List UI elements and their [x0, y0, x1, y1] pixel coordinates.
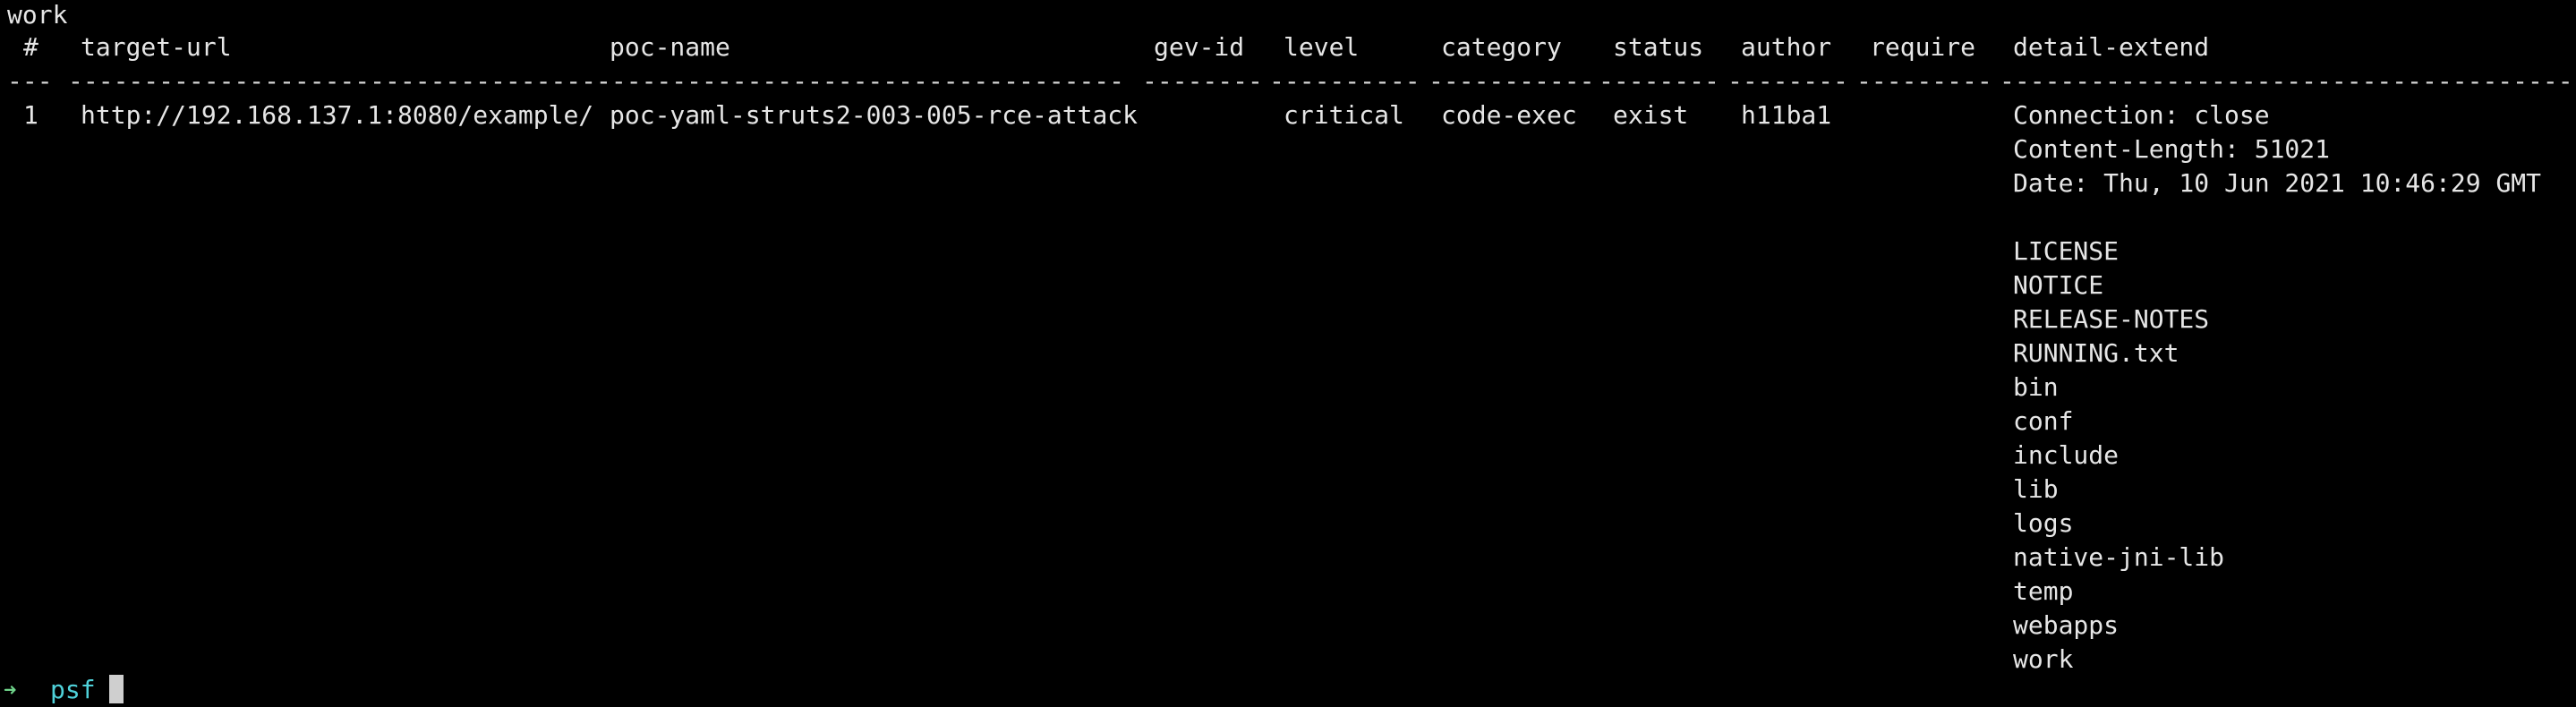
- row-target-url: http://192.168.137.1:8080/example/: [81, 100, 594, 130]
- detail-line: lib: [2013, 474, 2059, 504]
- header-gev-id: gev-id: [1154, 32, 1245, 62]
- separator-gev-id: --------: [1142, 66, 1263, 96]
- detail-line: NOTICE: [2013, 270, 2104, 300]
- detail-line: RELEASE-NOTES: [2013, 304, 2210, 334]
- header-detail-extend: detail-extend: [2013, 32, 2210, 62]
- row-author: h11ba1: [1741, 100, 1832, 130]
- header-category: category: [1441, 32, 1562, 62]
- header-status: status: [1613, 32, 1704, 62]
- previous-output-line: work: [7, 0, 68, 30]
- detail-line: Connection: close: [2013, 100, 2270, 130]
- prompt-command[interactable]: psf: [50, 673, 96, 707]
- row-num: 1: [23, 100, 38, 130]
- detail-line: logs: [2013, 508, 2074, 538]
- row-level: critical: [1284, 100, 1404, 130]
- detail-line: native-jni-lib: [2013, 542, 2225, 572]
- separator-level: ----------: [1269, 66, 1420, 96]
- detail-line: temp: [2013, 576, 2074, 606]
- separator-require: ---------: [1856, 66, 1992, 96]
- terminal-window[interactable]: work # target-url poc-name gev-id level …: [0, 0, 2576, 704]
- detail-line: work: [2013, 644, 2074, 674]
- text-cursor: [109, 675, 124, 703]
- separator-target-url: ------------------------------------: [68, 66, 611, 96]
- separator-poc-name: -----------------------------------: [596, 66, 1125, 96]
- separator-status: --------: [1599, 66, 1719, 96]
- detail-line: Content-Length: 51021: [2013, 134, 2331, 164]
- prompt-arrow-icon: ➜: [4, 677, 17, 703]
- detail-line: conf: [2013, 406, 2074, 436]
- detail-line: bin: [2013, 372, 2059, 402]
- row-status: exist: [1613, 100, 1689, 130]
- row-category: code-exec: [1441, 100, 1577, 130]
- separator-detail-extend: ----------------------------------------…: [2000, 66, 2576, 96]
- separator-category: -----------: [1429, 66, 1595, 96]
- header-poc-name: poc-name: [610, 32, 730, 62]
- detail-line: webapps: [2013, 610, 2120, 640]
- header-level: level: [1284, 32, 1360, 62]
- detail-line: RUNNING.txt: [2013, 338, 2179, 368]
- separator-author: --------: [1727, 66, 1848, 96]
- separator-num: ---: [7, 66, 53, 96]
- row-poc-name: poc-yaml-struts2-003-005-rce-attack: [610, 100, 1139, 130]
- header-require: require: [1870, 32, 1976, 62]
- detail-line: Date: Thu, 10 Jun 2021 10:46:29 GMT: [2013, 168, 2542, 198]
- header-author: author: [1741, 32, 1832, 62]
- header-target-url: target-url: [81, 32, 232, 62]
- header-num: #: [23, 32, 38, 62]
- detail-line: LICENSE: [2013, 236, 2120, 266]
- detail-line: include: [2013, 440, 2120, 470]
